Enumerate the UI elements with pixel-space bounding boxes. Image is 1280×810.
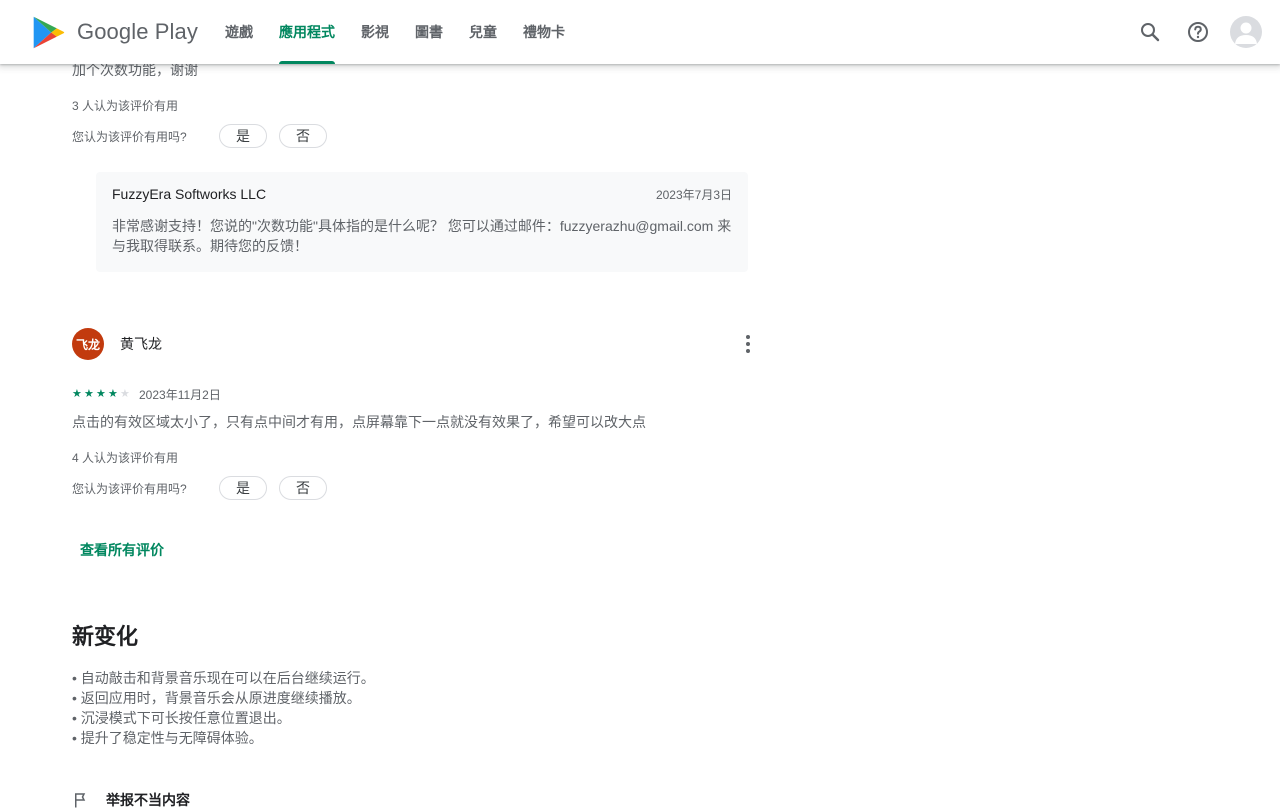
search-icon [1141, 23, 1160, 42]
helpful-count: 4 人认为该评价有用 [72, 451, 179, 465]
review-text: 点击的有效区域太小了，只有点中间才有用，点屏幕靠下一点就没有效果了，希望可以改大… [72, 414, 646, 430]
help-button[interactable] [1178, 12, 1218, 52]
google-play-logo[interactable]: Google Play [30, 14, 198, 50]
tab-label: 遊戲 [225, 24, 253, 40]
rating-row: ★ ★ ★ ★ ★ 2023年11月2日 [72, 386, 221, 402]
tab-label: 圖書 [415, 24, 443, 40]
search-button[interactable] [1130, 12, 1170, 52]
brand-name: Google Play [77, 19, 198, 44]
reply-date: 2023年7月3日 [655, 187, 732, 202]
whats-new-list: 自动敲击和背景音乐现在可以在后台继续运行。 返回应用时，背景音乐会从原进度继续播… [72, 668, 375, 748]
flag-icon [75, 793, 86, 808]
helpful-feedback: 您认为该评价有用吗? 是 否 [72, 476, 339, 500]
play-logo-icon [33, 16, 65, 48]
helpful-question: 您认为该评价有用吗? [72, 481, 187, 496]
helpful-no-button[interactable]: 否 [279, 124, 327, 148]
review-date: 2023年11月2日 [139, 387, 221, 402]
tab-apps[interactable]: 應用程式 [266, 0, 348, 64]
star-filled-icon: ★ [108, 388, 118, 400]
developer-name: FuzzyEra Softworks LLC [112, 186, 267, 202]
tab-games[interactable]: 遊戲 [212, 0, 266, 64]
tab-label: 應用程式 [279, 24, 335, 40]
tab-movies-tv[interactable]: 影視 [348, 0, 402, 64]
list-item: 提升了稳定性与无障碍体验。 [72, 728, 375, 748]
helpful-count: 3 人认为该评价有用 [72, 99, 179, 113]
tab-label: 兒童 [469, 24, 497, 40]
tab-kids[interactable]: 兒童 [456, 0, 510, 64]
top-app-bar: Google Play 遊戲 應用程式 影視 圖書 兒童 禮物卡 [0, 0, 1280, 64]
whats-new-title: 新变化 [72, 624, 139, 649]
see-all-reviews-link[interactable]: 查看所有评价 [80, 540, 164, 560]
tab-label: 影視 [361, 24, 389, 40]
flag-label: 举报不当内容 [106, 792, 190, 808]
list-item: 沉浸模式下可长按任意位置退出。 [72, 708, 375, 728]
reviewer-name: 黄飞龙 [120, 336, 162, 352]
tab-books[interactable]: 圖書 [402, 0, 456, 64]
helpful-feedback: 您认为该评价有用吗? 是 否 [72, 124, 339, 148]
developer-reply: FuzzyEra Softworks LLC 2023年7月3日 非常感谢支持！… [96, 172, 748, 272]
star-filled-icon: ★ [72, 388, 82, 400]
avatar: 飞龙 [72, 328, 104, 360]
helpful-yes-button[interactable]: 是 [219, 476, 267, 500]
account-avatar[interactable] [1230, 16, 1262, 48]
main-nav: 遊戲 應用程式 影視 圖書 兒童 禮物卡 [212, 0, 578, 64]
reviewer-header: 飞龙 黄飞龙 [72, 328, 758, 360]
tab-gift-cards[interactable]: 禮物卡 [510, 0, 578, 64]
flag-content-link[interactable]: 举报不当内容 [72, 790, 190, 810]
list-item: 返回应用时，背景音乐会从原进度继续播放。 [72, 688, 375, 708]
star-empty-icon: ★ [120, 388, 130, 400]
person-icon [1235, 22, 1257, 44]
helpful-no-button[interactable]: 否 [279, 476, 327, 500]
more-options-button[interactable] [736, 332, 760, 356]
tab-label: 禮物卡 [523, 24, 565, 40]
more-vert-icon [746, 335, 750, 353]
star-filled-icon: ★ [84, 388, 94, 400]
help-icon [1188, 22, 1208, 42]
list-item: 自动敲击和背景音乐现在可以在后台继续运行。 [72, 668, 375, 688]
helpful-yes-button[interactable]: 是 [219, 124, 267, 148]
developer-reply-header: FuzzyEra Softworks LLC 2023年7月3日 [112, 186, 732, 202]
star-filled-icon: ★ [96, 388, 106, 400]
header-actions [1122, 12, 1262, 52]
helpful-question: 您认为该评价有用吗? [72, 129, 187, 144]
star-rating: ★ ★ ★ ★ ★ [72, 388, 132, 400]
reply-text: 非常感谢支持！您说的"次数功能"具体指的是什么呢？ 您可以通过邮件：fuzzye… [112, 218, 732, 254]
